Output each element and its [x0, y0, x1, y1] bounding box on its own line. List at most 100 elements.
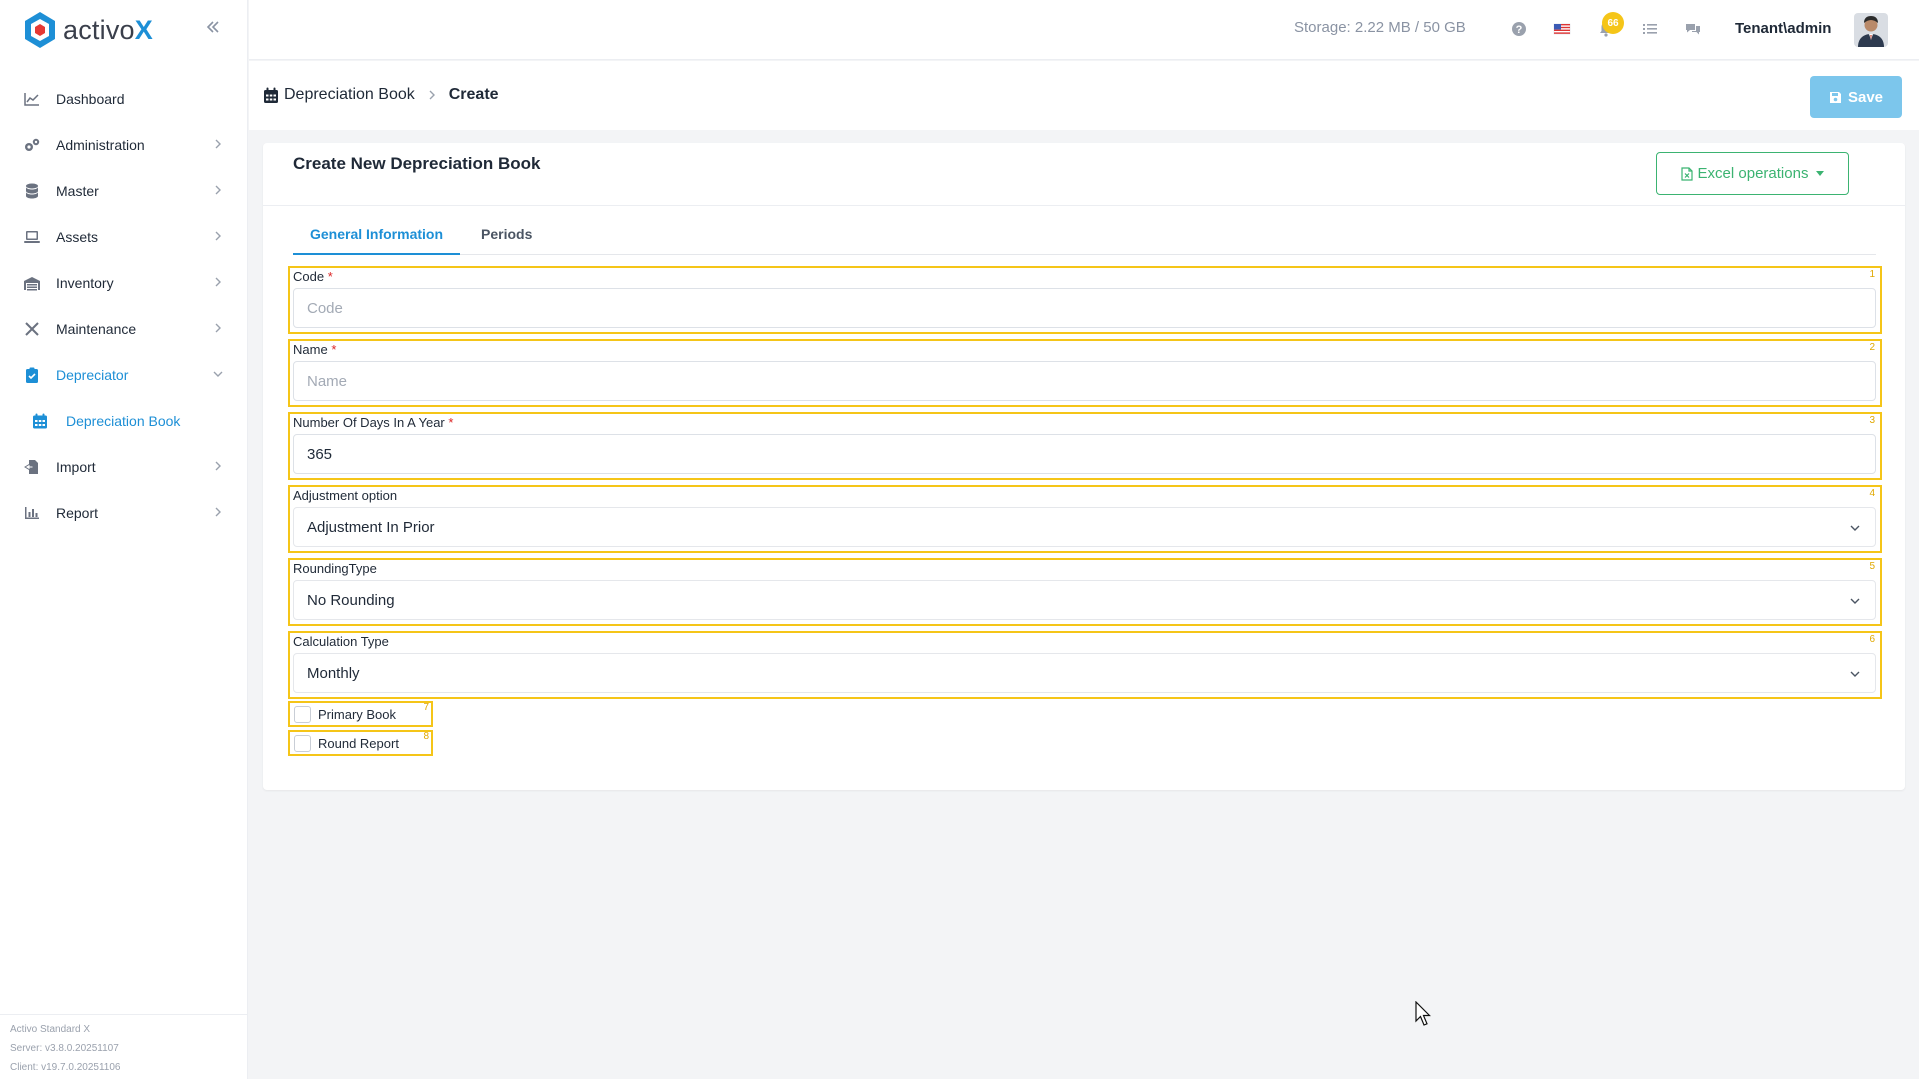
name-label-text: Name: [293, 342, 328, 357]
tab-bar: General Information Periods: [293, 219, 1876, 255]
calendar-icon: [264, 87, 278, 103]
sidebar-nav: Dashboard Administration Master Assets I…: [0, 76, 248, 536]
name-input[interactable]: [293, 361, 1876, 401]
us-flag-icon[interactable]: [1553, 20, 1571, 38]
mouse-cursor-icon: [1415, 1001, 1431, 1026]
primary-book-label: Primary Book: [318, 706, 397, 722]
sidebar-item-assets[interactable]: Assets: [0, 214, 248, 260]
avatar[interactable]: [1854, 13, 1888, 47]
database-icon: [22, 181, 42, 201]
logo-hex-icon: [25, 12, 55, 48]
divider: [263, 205, 1905, 206]
name-label: Name *: [293, 342, 336, 357]
server-version: Server: v3.8.0.20251107: [10, 1043, 119, 1054]
sidebar-item-depreciator[interactable]: Depreciator: [0, 352, 248, 398]
primary-book-checkbox-group[interactable]: Primary Book 7: [288, 701, 433, 727]
sidebar-subitem-depreciation-book[interactable]: Depreciation Book: [0, 398, 248, 444]
sidebar-item-master[interactable]: Master: [0, 168, 248, 214]
laptop-icon: [22, 227, 42, 247]
rounding-field-group: RoundingType 5 No Rounding: [288, 558, 1882, 626]
sidebar-item-label: Report: [56, 505, 99, 521]
sidebar-item-label: Inventory: [56, 275, 114, 291]
sidebar-item-label: Maintenance: [56, 321, 137, 337]
calculation-type-select[interactable]: Monthly: [293, 653, 1876, 693]
sidebar-item-label: Dashboard: [56, 91, 125, 107]
collapse-sidebar-icon[interactable]: [204, 18, 222, 36]
days-in-year-input[interactable]: [293, 434, 1876, 474]
calendar-icon: [33, 413, 47, 429]
excel-operations-dropdown[interactable]: Excel operations: [1656, 152, 1849, 195]
round-report-checkbox-group[interactable]: Round Report 8: [288, 730, 433, 756]
sidebar-item-import[interactable]: Import: [0, 444, 248, 490]
file-import-icon: [22, 457, 42, 477]
chevron-down-icon: [1850, 525, 1860, 531]
field-index: 4: [1869, 488, 1875, 499]
rounding-type-select[interactable]: No Rounding: [293, 580, 1876, 620]
sidebar-item-report[interactable]: Report: [0, 490, 248, 536]
primary-book-checkbox[interactable]: [294, 705, 311, 723]
breadcrumb-parent[interactable]: Depreciation Book: [284, 86, 415, 104]
tab-general-information[interactable]: General Information: [293, 219, 461, 255]
card-title: Create New Depreciation Book: [293, 154, 541, 173]
round-report-label: Round Report: [318, 735, 399, 751]
adjustment-option-select[interactable]: Adjustment In Prior: [293, 507, 1876, 547]
sidebar-item-inventory[interactable]: Inventory: [0, 260, 248, 306]
chevron-down-icon: [1850, 598, 1860, 604]
save-button-label: Save: [1847, 88, 1884, 106]
code-input[interactable]: [293, 288, 1876, 328]
breadcrumb-current: Create: [448, 86, 499, 103]
excel-operations-label: Excel operations: [1697, 165, 1809, 182]
user-name[interactable]: Tenant\admin: [1735, 20, 1831, 37]
days-label: Number Of Days In A Year *: [293, 415, 453, 430]
task-list-icon[interactable]: [1641, 20, 1659, 38]
field-index: 6: [1869, 634, 1875, 645]
days-label-text: Number Of Days In A Year: [293, 415, 445, 430]
sidebar-item-administration[interactable]: Administration: [0, 122, 248, 168]
help-icon[interactable]: ?: [1510, 20, 1528, 38]
version-info: Activo Standard X Server: v3.8.0.2025110…: [0, 1014, 248, 1079]
adjustment-label: Adjustment option: [293, 488, 398, 503]
topbar: Storage: 2.22 MB / 50 GB ? 66 Tenant\adm…: [249, 0, 1919, 60]
sidebar-item-dashboard[interactable]: Dashboard: [0, 76, 248, 122]
chevron-right-icon: [215, 185, 221, 195]
required-marker: *: [448, 415, 454, 430]
chevron-right-icon: [215, 507, 221, 517]
field-index: 7: [423, 702, 429, 713]
days-field-group: Number Of Days In A Year * 3: [288, 412, 1882, 480]
sidebar-item-label: Depreciator: [56, 367, 129, 383]
round-report-checkbox[interactable]: [294, 734, 311, 752]
sidebar-item-label: Import: [56, 459, 96, 475]
required-marker: *: [327, 269, 333, 284]
sidebar-item-label: Administration: [56, 137, 145, 153]
field-index: 1: [1869, 269, 1875, 280]
sidebar-item-label: Assets: [56, 229, 99, 245]
logo-text-main: activo: [63, 14, 135, 45]
field-index: 2: [1869, 342, 1875, 353]
sidebar-item-label: Master: [56, 183, 99, 199]
code-label-text: Code: [293, 269, 325, 284]
chevron-down-icon: [213, 371, 223, 377]
logo-text: activoX: [63, 15, 153, 46]
sidebar-subitem-label: Depreciation Book: [66, 413, 181, 429]
save-button[interactable]: Save: [1810, 76, 1902, 118]
sidebar: activoX Dashboard Administration Master: [0, 0, 248, 1079]
adjustment-option-value: Adjustment In Prior: [307, 518, 435, 536]
chevron-right-icon: [215, 139, 221, 149]
activox-logo[interactable]: activoX: [22, 10, 153, 50]
breadcrumb: Depreciation Book Create: [263, 86, 499, 104]
file-excel-icon: [1680, 166, 1693, 181]
field-index: 3: [1869, 415, 1875, 426]
rounding-type-value: No Rounding: [307, 591, 395, 609]
adjustment-field-group: Adjustment option 4 Adjustment In Prior: [288, 485, 1882, 553]
chevron-right-icon: [215, 277, 221, 287]
sidebar-item-maintenance[interactable]: Maintenance: [0, 306, 248, 352]
clipboard-icon: [22, 365, 42, 385]
tools-icon: [22, 319, 42, 339]
tab-periods[interactable]: Periods: [464, 219, 549, 255]
page-header: Depreciation Book Create Save: [249, 61, 1919, 130]
field-index: 5: [1869, 561, 1875, 572]
gears-icon: [22, 135, 42, 155]
chevron-down-icon: [1850, 671, 1860, 677]
field-index: 8: [423, 731, 429, 742]
chat-icon[interactable]: [1684, 20, 1702, 38]
